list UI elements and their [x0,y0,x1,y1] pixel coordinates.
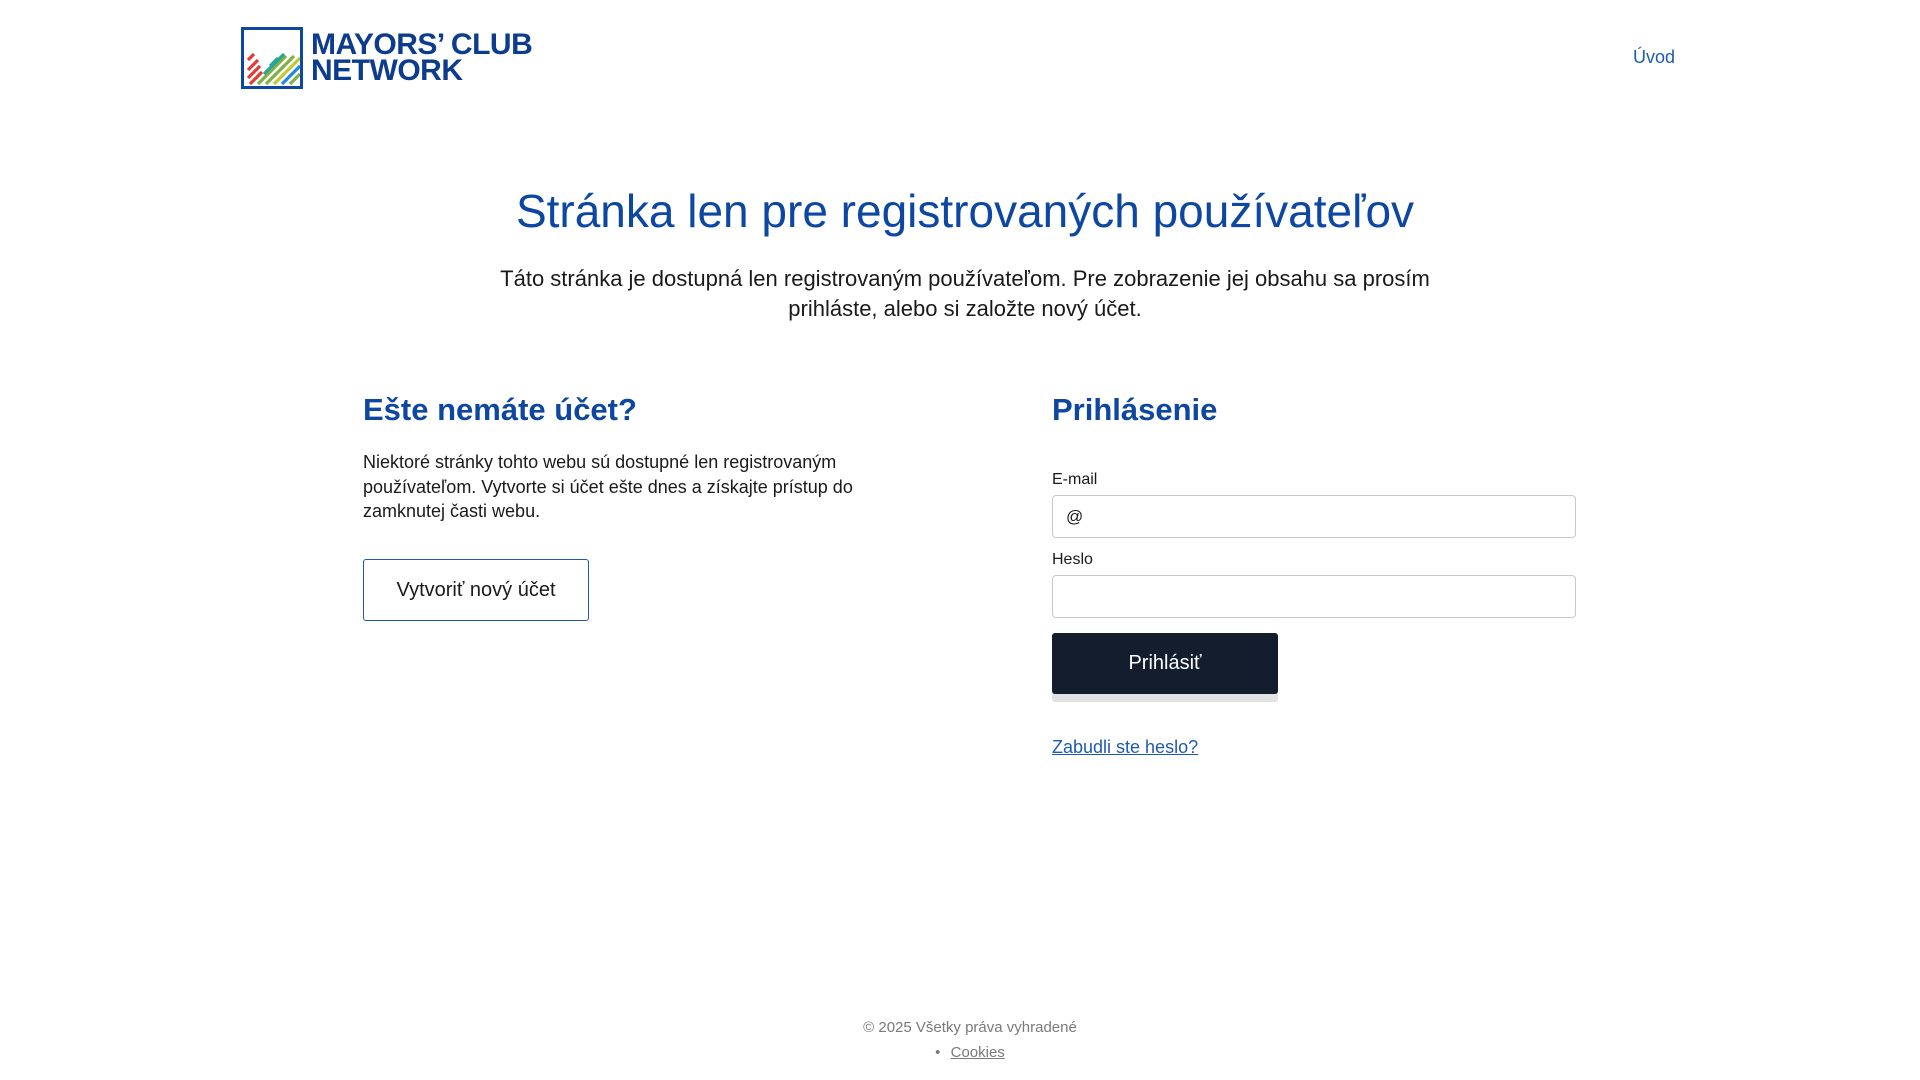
register-text: Niektoré stránky tohto webu sú dostupné … [363,452,853,521]
login-button-shadow: Prihlásiť [1052,633,1278,702]
logo-stripes-icon [246,52,300,86]
site-header: MAYORS’ CLUB NETWORK Úvod [0,0,1920,120]
register-title: Ešte nemáte účet? [363,392,637,427]
password-field[interactable] [1052,575,1576,618]
login-section: Prihlásenie E-mail Heslo Prihlásiť Zabud… [1052,390,1576,757]
forgot-password-link[interactable]: Zabudli ste heslo? [1052,737,1198,758]
logo-mark-icon [241,27,303,89]
login-title: Prihlásenie [1052,392,1218,427]
logo-line-2: NETWORK [311,54,463,87]
email-label: E-mail [1052,471,1098,488]
register-section: Ešte nemáte účet? Niektoré stránky tohto… [363,390,903,621]
login-button[interactable]: Prihlásiť [1052,633,1278,694]
footer-copyright: © 2025 Všetky práva vyhradené [863,1019,1077,1036]
create-account-button[interactable]: Vytvoriť nový účet [363,559,589,621]
page-intro-text: Táto stránka je dostupná len registrovan… [500,266,1430,321]
page: MAYORS’ CLUB NETWORK Úvod Stránka len pr… [0,0,1920,1080]
cookies-link[interactable]: Cookies [951,1044,1005,1061]
page-title: Stránka len pre registrovaných používate… [515,185,1415,237]
email-field[interactable] [1052,495,1576,538]
logo-wordmark: MAYORS’ CLUB NETWORK [311,30,533,87]
nav-home-link[interactable]: Úvod [1633,47,1675,68]
footer-links: • Cookies [0,1044,1920,1061]
site-logo[interactable]: MAYORS’ CLUB NETWORK [241,27,533,89]
footer-bullet: • [935,1044,941,1061]
password-label: Heslo [1052,551,1093,568]
